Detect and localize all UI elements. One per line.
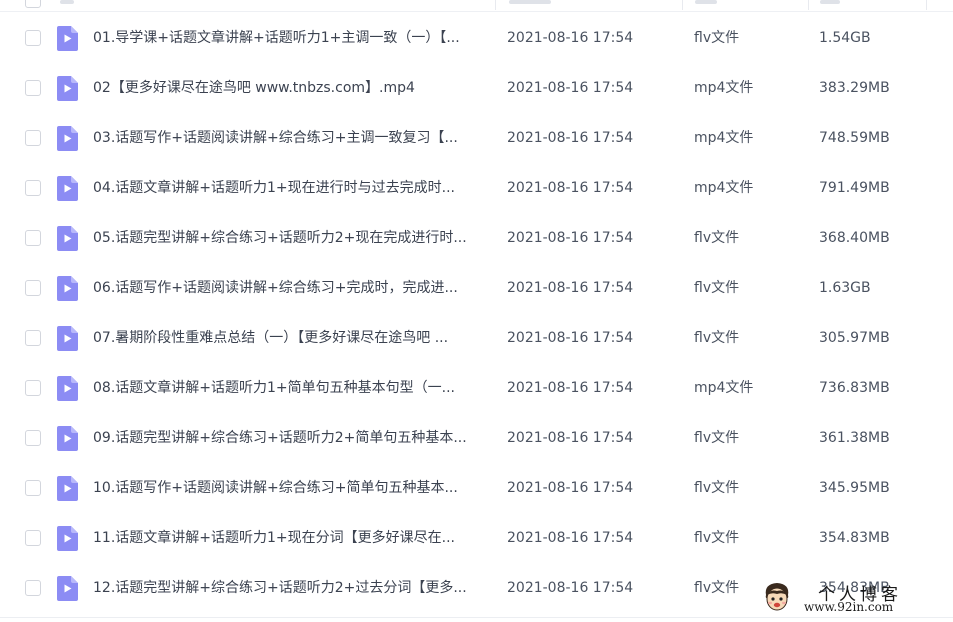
row-checkbox[interactable] — [25, 230, 41, 246]
header-divider[interactable] — [682, 0, 683, 10]
file-type: flv文件 — [694, 530, 740, 546]
modified-date: 2021-08-16 17:54 — [507, 80, 634, 96]
file-type: mp4文件 — [694, 80, 754, 96]
file-type: flv文件 — [694, 330, 740, 346]
file-type: flv文件 — [694, 30, 740, 46]
modified-date: 2021-08-16 17:54 — [507, 430, 634, 446]
file-name: 04.话题文章讲解+话题听力1+现在进行时与过去完成时... — [93, 180, 455, 196]
row-checkbox[interactable] — [25, 80, 41, 96]
file-type: flv文件 — [694, 480, 740, 496]
file-row[interactable]: 11.话题文章讲解+话题听力1+现在分词【更多好课尽在... 2021-08-16… — [0, 513, 953, 563]
file-name: 03.话题写作+话题阅读讲解+综合练习+主调一致复习【... — [93, 130, 458, 146]
video-file-icon — [57, 326, 78, 351]
file-size: 1.63GB — [819, 280, 871, 296]
modified-date: 2021-08-16 17:54 — [507, 480, 634, 496]
file-size: 383.29MB — [819, 80, 890, 96]
header-size-stub — [820, 0, 840, 4]
file-row[interactable]: 08.话题文章讲解+话题听力1+简单句五种基本句型（一... 2021-08-16… — [0, 363, 953, 413]
file-row[interactable]: 01.导学课+话题文章讲解+话题听力1+主调一致（一）【... 2021-08-1… — [0, 13, 953, 63]
file-name: 07.暑期阶段性重难点总结（一）【更多好课尽在途鸟吧 ... — [93, 330, 449, 346]
file-row[interactable]: 05.话题完型讲解+综合练习+话题听力2+现在完成进行时... 2021-08-1… — [0, 213, 953, 263]
modified-date: 2021-08-16 17:54 — [507, 530, 634, 546]
video-file-icon — [57, 276, 78, 301]
file-name: 11.话题文章讲解+话题听力1+现在分词【更多好课尽在... — [93, 530, 455, 546]
video-file-icon — [57, 376, 78, 401]
video-file-icon — [57, 76, 78, 101]
file-name: 10.话题写作+话题阅读讲解+综合练习+简单句五种基本... — [93, 480, 458, 496]
header-name-stub — [60, 0, 74, 4]
modified-date: 2021-08-16 17:54 — [507, 330, 634, 346]
modified-date: 2021-08-16 17:54 — [507, 180, 634, 196]
file-row[interactable]: 06.话题写作+话题阅读讲解+综合练习+完成时，完成进... 2021-08-16… — [0, 263, 953, 313]
row-checkbox[interactable] — [25, 280, 41, 296]
file-size: 368.40MB — [819, 230, 890, 246]
video-file-icon — [57, 126, 78, 151]
row-checkbox[interactable] — [25, 330, 41, 346]
row-checkbox[interactable] — [25, 30, 41, 46]
file-type: mp4文件 — [694, 380, 754, 396]
modified-date: 2021-08-16 17:54 — [507, 130, 634, 146]
row-checkbox[interactable] — [25, 580, 41, 596]
header-divider[interactable] — [495, 0, 496, 10]
video-file-icon — [57, 26, 78, 51]
video-file-icon — [57, 576, 78, 601]
file-name: 01.导学课+话题文章讲解+话题听力1+主调一致（一）【... — [93, 30, 460, 46]
file-row[interactable]: 04.话题文章讲解+话题听力1+现在进行时与过去完成时... 2021-08-16… — [0, 163, 953, 213]
video-file-icon — [57, 176, 78, 201]
file-row[interactable]: 09.话题完型讲解+综合练习+话题听力2+简单句五种基本... 2021-08-1… — [0, 413, 953, 463]
modified-date: 2021-08-16 17:54 — [507, 580, 634, 596]
row-checkbox[interactable] — [25, 480, 41, 496]
row-checkbox[interactable] — [25, 180, 41, 196]
file-size: 1.54GB — [819, 30, 871, 46]
modified-date: 2021-08-16 17:54 — [507, 30, 634, 46]
video-file-icon — [57, 426, 78, 451]
video-file-icon — [57, 526, 78, 551]
header-divider[interactable] — [808, 0, 809, 10]
file-row[interactable]: 10.话题写作+话题阅读讲解+综合练习+简单句五种基本... 2021-08-16… — [0, 463, 953, 513]
modified-date: 2021-08-16 17:54 — [507, 230, 634, 246]
row-checkbox[interactable] — [25, 130, 41, 146]
watermark: 个人博客 www.92in.com — [752, 578, 948, 618]
file-name: 05.话题完型讲解+综合练习+话题听力2+现在完成进行时... — [93, 230, 467, 246]
file-name: 12.话题完型讲解+综合练习+话题听力2+过去分词【更多... — [93, 580, 467, 596]
file-type: mp4文件 — [694, 130, 754, 146]
modified-date: 2021-08-16 17:54 — [507, 280, 634, 296]
file-row[interactable]: 07.暑期阶段性重难点总结（一）【更多好课尽在途鸟吧 ... 2021-08-16… — [0, 313, 953, 363]
file-row[interactable]: 02【更多好课尽在途鸟吧 www.tnbzs.com】.mp4 2021-08-1… — [0, 63, 953, 113]
file-size: 305.97MB — [819, 330, 890, 346]
file-name: 09.话题完型讲解+综合练习+话题听力2+简单句五种基本... — [93, 430, 467, 446]
file-type: flv文件 — [694, 230, 740, 246]
file-size: 748.59MB — [819, 130, 890, 146]
file-size: 736.83MB — [819, 380, 890, 396]
file-size: 345.95MB — [819, 480, 890, 496]
file-type: flv文件 — [694, 280, 740, 296]
video-file-icon — [57, 226, 78, 251]
file-row[interactable]: 03.话题写作+话题阅读讲解+综合练习+主调一致复习【... 2021-08-16… — [0, 113, 953, 163]
select-all-checkbox[interactable] — [25, 0, 41, 8]
file-size: 354.83MB — [819, 530, 890, 546]
column-header — [0, 0, 953, 12]
file-type: flv文件 — [694, 580, 740, 596]
file-type: mp4文件 — [694, 180, 754, 196]
header-date-stub — [509, 0, 551, 4]
watermark-url: www.92in.com — [804, 600, 894, 614]
file-name: 02【更多好课尽在途鸟吧 www.tnbzs.com】.mp4 — [93, 80, 415, 96]
file-size: 791.49MB — [819, 180, 890, 196]
row-checkbox[interactable] — [25, 430, 41, 446]
row-checkbox[interactable] — [25, 380, 41, 396]
header-type-stub — [695, 0, 717, 4]
modified-date: 2021-08-16 17:54 — [507, 380, 634, 396]
file-size: 361.38MB — [819, 430, 890, 446]
file-name: 08.话题文章讲解+话题听力1+简单句五种基本句型（一... — [93, 380, 455, 396]
cartoon-face-icon — [765, 583, 789, 611]
video-file-icon — [57, 476, 78, 501]
file-name: 06.话题写作+话题阅读讲解+综合练习+完成时，完成进... — [93, 280, 458, 296]
header-divider[interactable] — [926, 0, 927, 10]
row-checkbox[interactable] — [25, 530, 41, 546]
file-type: flv文件 — [694, 430, 740, 446]
